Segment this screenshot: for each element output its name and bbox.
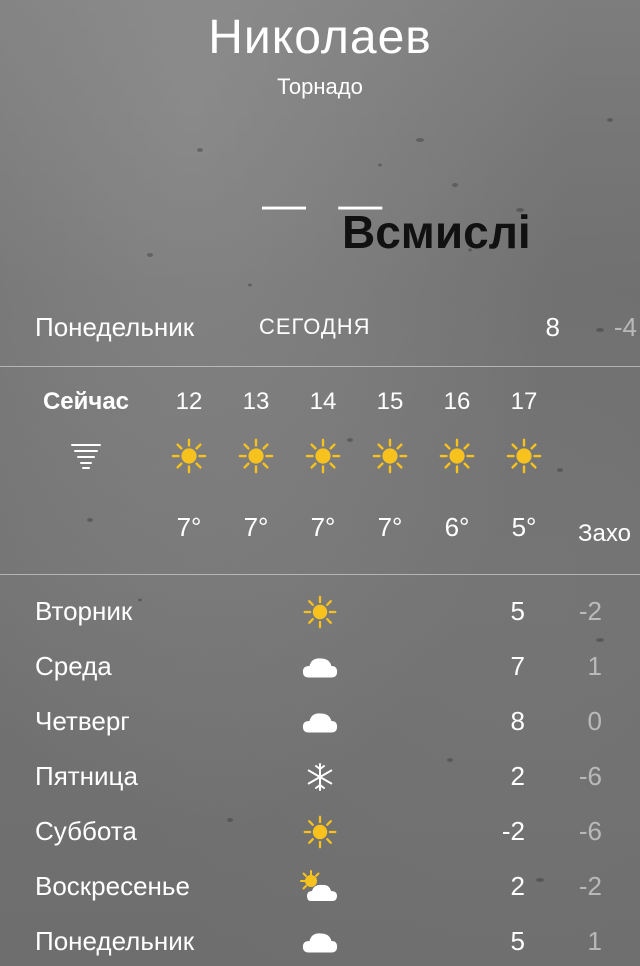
day-high: 8 — [510, 706, 525, 736]
divider — [0, 366, 640, 367]
hour-label: 13 — [242, 388, 270, 415]
day-low: 0 — [587, 706, 602, 736]
hourly-forecast[interactable]: Сейчас 12 7° 13 7° 14 7° 15 7° 16 6° 17 — [0, 384, 640, 554]
day-low: -6 — [578, 761, 602, 791]
daily-row: Понедельник 5 1 — [0, 918, 640, 964]
watermark-text: Всмислі — [342, 206, 531, 258]
today-label: СЕГОДНЯ — [259, 314, 371, 339]
day-high: 2 — [510, 871, 525, 901]
hour-temp: 7° — [310, 512, 336, 542]
sun-icon — [296, 592, 344, 632]
today-day: Понедельник — [35, 312, 195, 342]
cloud-icon — [296, 647, 344, 687]
hour-temp: 7° — [243, 512, 269, 542]
sun-icon — [296, 812, 344, 852]
sunset-label: Захо — [578, 520, 631, 547]
divider — [0, 574, 640, 575]
day-name: Понедельник — [35, 926, 195, 956]
day-high: 5 — [510, 596, 525, 626]
day-low: -6 — [578, 816, 602, 846]
sun-icon — [494, 420, 554, 492]
hourly-item: 14 7° — [293, 384, 353, 543]
hour-label: Сейчас — [42, 388, 130, 415]
daily-row: Среда 7 1 — [0, 643, 640, 689]
hour-label: 12 — [175, 388, 203, 415]
sun-icon — [360, 420, 420, 492]
weather-condition: Торнадо — [277, 74, 363, 99]
day-low: 1 — [587, 926, 602, 956]
day-low: -2 — [578, 871, 602, 901]
sun-icon — [293, 420, 353, 492]
sun-icon — [427, 420, 487, 492]
hourly-item: 15 7° — [360, 384, 420, 543]
day-high: 7 — [510, 651, 525, 681]
hourly-item-now: Сейчас — [28, 384, 144, 512]
snowflake-icon — [296, 757, 344, 797]
cloud-icon — [296, 702, 344, 742]
daily-row: Вторник 5 -2 — [0, 588, 640, 634]
today-low: -4 — [613, 312, 637, 342]
day-high: 2 — [510, 761, 525, 791]
sun-icon — [226, 420, 286, 492]
day-name: Воскресенье — [35, 871, 190, 901]
day-high: 5 — [510, 926, 525, 956]
day-name: Вторник — [35, 596, 133, 626]
day-name: Среда — [35, 651, 112, 681]
day-high: -2 — [501, 816, 525, 846]
hour-label: 16 — [443, 388, 471, 415]
hourly-item: 17 5° — [494, 384, 554, 543]
hour-temp: 5° — [511, 512, 537, 542]
daily-row: Четверг 8 0 — [0, 698, 640, 744]
partly-cloudy-icon — [296, 867, 344, 907]
tornado-icon — [28, 420, 144, 492]
hour-temp: 7° — [176, 512, 202, 542]
sun-icon — [159, 420, 219, 492]
day-name: Пятница — [35, 761, 138, 791]
daily-row: Пятница 2 -6 — [0, 753, 640, 799]
hourly-item: 13 7° — [226, 384, 286, 543]
hourly-item: 16 6° — [427, 384, 487, 543]
hour-temp: 7° — [377, 512, 403, 542]
day-name: Суббота — [35, 816, 137, 846]
hour-label: 17 — [510, 388, 538, 415]
hourly-item: 12 7° — [159, 384, 219, 543]
today-high: 8 — [545, 312, 560, 342]
hour-label: 15 — [376, 388, 404, 415]
cloud-icon — [296, 922, 344, 962]
daily-row: Воскресенье 2 -2 — [0, 863, 640, 909]
day-name: Четверг — [35, 706, 130, 736]
day-low: -2 — [578, 596, 602, 626]
city-name: Николаев — [208, 11, 432, 64]
day-low: 1 — [587, 651, 602, 681]
daily-row: Суббота -2 -6 — [0, 808, 640, 854]
hour-temp: 6° — [444, 512, 470, 542]
today-row: Понедельник СЕГОДНЯ 8 -4 — [35, 312, 640, 346]
hour-label: 14 — [309, 388, 337, 415]
